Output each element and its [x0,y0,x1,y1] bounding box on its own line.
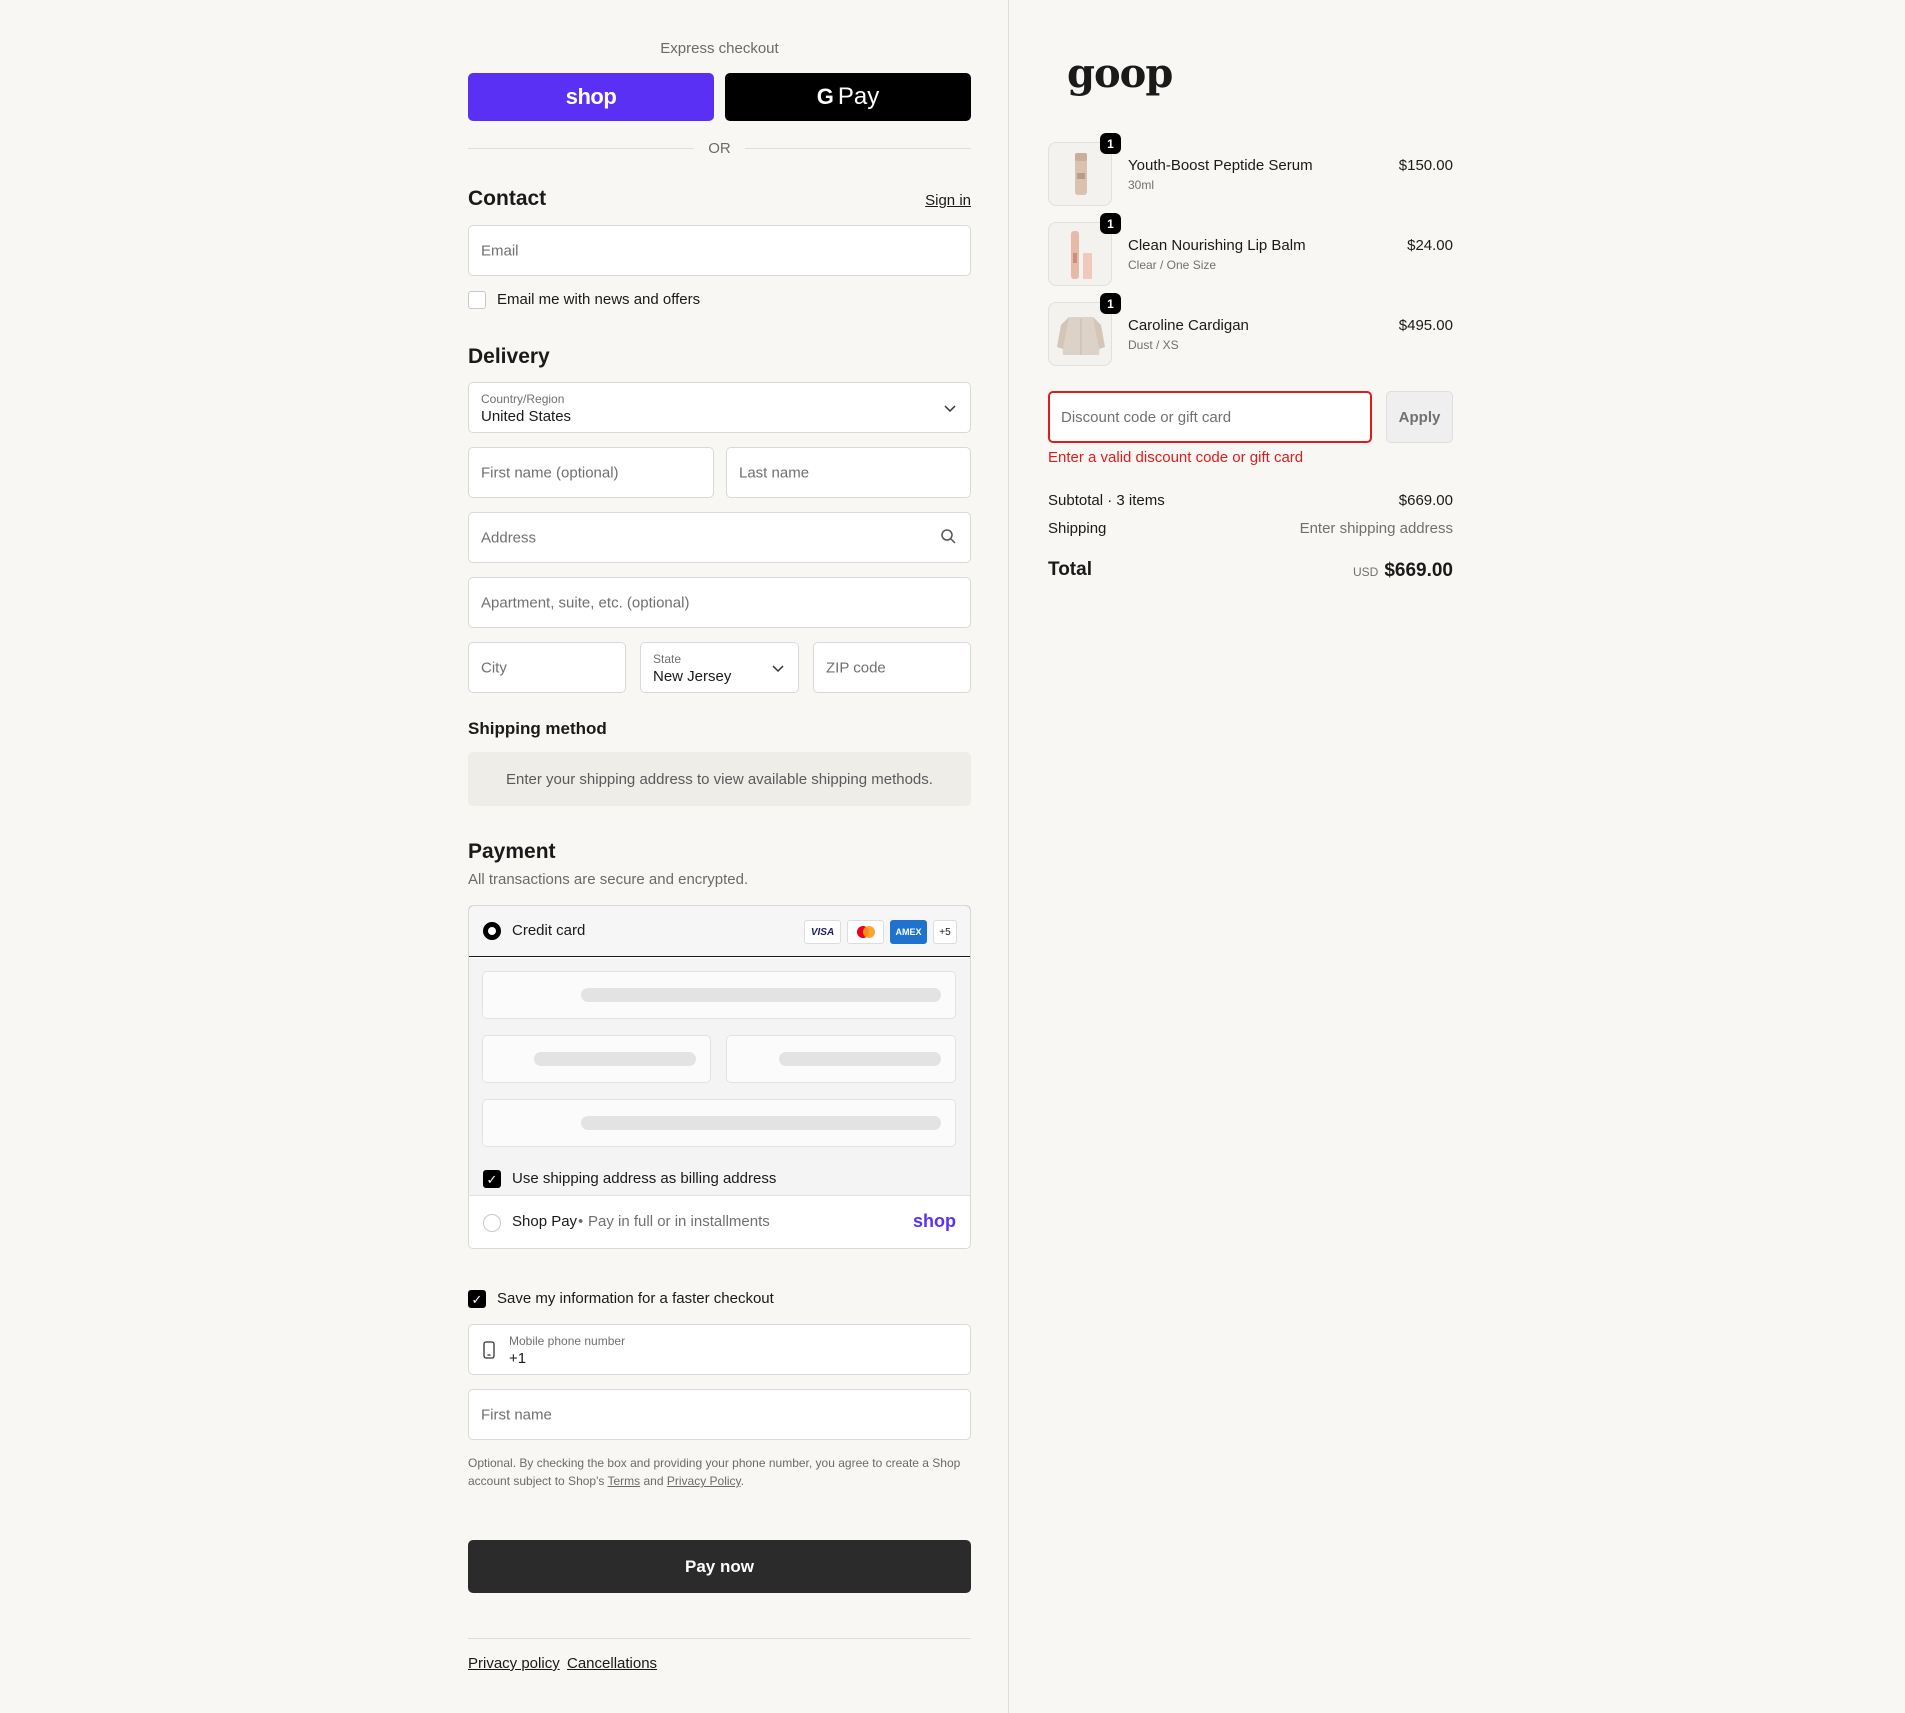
save-info-label: Save my information for a faster checkou… [497,1290,774,1307]
product-thumbnail: 1 [1048,213,1121,286]
more-cards-badge: +5 [933,920,957,944]
news-offers-checkbox[interactable] [468,291,486,309]
order-summary: 1 Youth-Boost Peptide Serum 30ml $150.00… [1048,0,1453,600]
payment-methods: Credit card VISA AMEX +5 ✓ Use shipping … [468,905,971,1249]
search-icon [941,528,956,547]
pay-now-button[interactable]: Pay now [468,1540,971,1593]
news-offers-label: Email me with news and offers [497,291,701,308]
shop-pay-option[interactable]: Shop Pay • Pay in full or in installment… [469,1197,970,1248]
google-pay-label: Pay [837,83,880,110]
chevron-down-icon [772,660,784,676]
apartment-field[interactable]: Apartment, suite, etc. (optional) [468,577,971,628]
save-info-checkbox[interactable]: ✓ [468,1290,486,1308]
credit-card-label: Credit card [512,922,586,939]
shop-legal-text: Optional. By checking the box and provid… [468,1456,961,1488]
product-price: $24.00 [1407,237,1453,254]
quantity-badge: 1 [1100,213,1121,234]
shop-first-name-field[interactable]: First name [468,1389,971,1440]
apply-discount-button[interactable]: Apply [1386,391,1453,443]
currency-code: USD [1352,565,1379,579]
email-field[interactable]: Email [468,225,971,276]
product-variant: 30ml [1128,178,1155,192]
google-pay-button[interactable]: G Pay [725,73,971,121]
total-value: $669.00 [1384,560,1453,581]
shop-logo: shop [913,1211,956,1231]
amex-icon: AMEX [890,920,927,944]
privacy-policy-link[interactable]: Privacy Policy [667,1474,741,1488]
payment-heading: Payment [468,840,556,863]
payment-subtitle: All transactions are secure and encrypte… [468,871,749,888]
shipping-value: Enter shipping address [1299,520,1453,537]
product-variant: Dust / XS [1128,338,1179,352]
total-amount: USD $669.00 [1353,560,1453,582]
last-name-field[interactable]: Last name [726,447,971,498]
card-expiry-field[interactable] [482,1035,711,1083]
terms-link[interactable]: Terms [608,1474,641,1488]
footer-divider [468,1638,971,1639]
shipping-label: Shipping [1048,520,1107,537]
mastercard-icon [847,920,884,944]
product-variant: Clear / One Size [1128,258,1217,272]
state-select[interactable]: State New Jersey [640,642,799,693]
chevron-down-icon [944,400,956,416]
sign-in-link[interactable]: Sign in [925,192,971,209]
checkout-form: Express checkout shop G Pay OR Contact S… [468,0,971,1713]
city-field[interactable]: City [468,642,626,693]
card-number-field[interactable] [482,971,956,1019]
shop-logo: shop [565,84,617,109]
order-summary-pane: goop 1 Youth-Boost Peptide Serum 30ml $1… [1010,0,1905,1713]
visa-icon: VISA [804,920,841,944]
quantity-badge: 1 [1100,293,1121,314]
billing-address-label: Use shipping address as billing address [512,1170,777,1187]
first-name-field[interactable]: First name (optional) [468,447,714,498]
product-price: $150.00 [1398,157,1453,174]
product-name: Youth-Boost Peptide Serum [1128,157,1313,174]
total-label: Total [1048,559,1092,580]
express-checkout-title: Express checkout [660,40,779,57]
list-item: 1 Youth-Boost Peptide Serum 30ml $150.00 [1048,133,1453,206]
list-item: 1 Caroline Cardigan Dust / XS $495.00 [1048,293,1453,366]
discount-error-message: Enter a valid discount code or gift card [1048,449,1304,466]
zip-field[interactable]: ZIP code [813,642,971,693]
product-thumbnail: 1 [1048,133,1121,206]
product-thumbnail: 1 [1048,293,1121,366]
list-item: 1 Clean Nourishing Lip Balm Clear / One … [1048,213,1453,286]
contact-heading: Contact [468,187,547,210]
discount-code-input[interactable]: Discount code or gift card [1048,391,1372,443]
shop-pay-express-button[interactable]: shop [468,73,714,121]
shipping-method-notice: Enter your shipping address to view avai… [468,752,971,806]
shop-pay-label: Shop Pay [512,1213,578,1230]
subtotal-label: Subtotal · 3 items [1048,492,1165,509]
or-divider: OR [468,138,971,158]
mobile-phone-field[interactable]: Mobile phone number +1 [468,1324,971,1375]
cancellations-link[interactable]: Cancellations [567,1655,657,1672]
name-on-card-field[interactable] [482,1099,956,1147]
country-select[interactable]: Country/Region United States [468,382,971,433]
subtotal-value: $669.00 [1398,492,1453,509]
mobile-phone-icon [483,1341,495,1364]
card-security-code-field[interactable] [726,1035,956,1083]
product-price: $495.00 [1398,317,1453,334]
address-field[interactable]: Address [468,512,971,563]
privacy-policy-footer-link[interactable]: Privacy policy [468,1655,560,1672]
card-fields-area: ✓ Use shipping address as billing addres… [469,958,970,1196]
google-g-icon: G [816,84,834,109]
product-name: Clean Nourishing Lip Balm [1128,237,1306,254]
checkout-form-pane: Express checkout shop G Pay OR Contact S… [0,0,1009,1713]
product-name: Caroline Cardigan [1128,317,1249,334]
quantity-badge: 1 [1100,133,1121,154]
credit-card-option[interactable]: Credit card VISA AMEX +5 [469,906,970,957]
shop-pay-radio[interactable] [483,1214,501,1232]
credit-card-radio[interactable] [483,922,501,940]
billing-address-checkbox[interactable]: ✓ [483,1170,501,1188]
shop-pay-separator: • [578,1213,584,1230]
shop-pay-description: Pay in full or in installments [588,1213,770,1230]
delivery-heading: Delivery [468,345,550,368]
shipping-method-heading: Shipping method [468,719,607,738]
